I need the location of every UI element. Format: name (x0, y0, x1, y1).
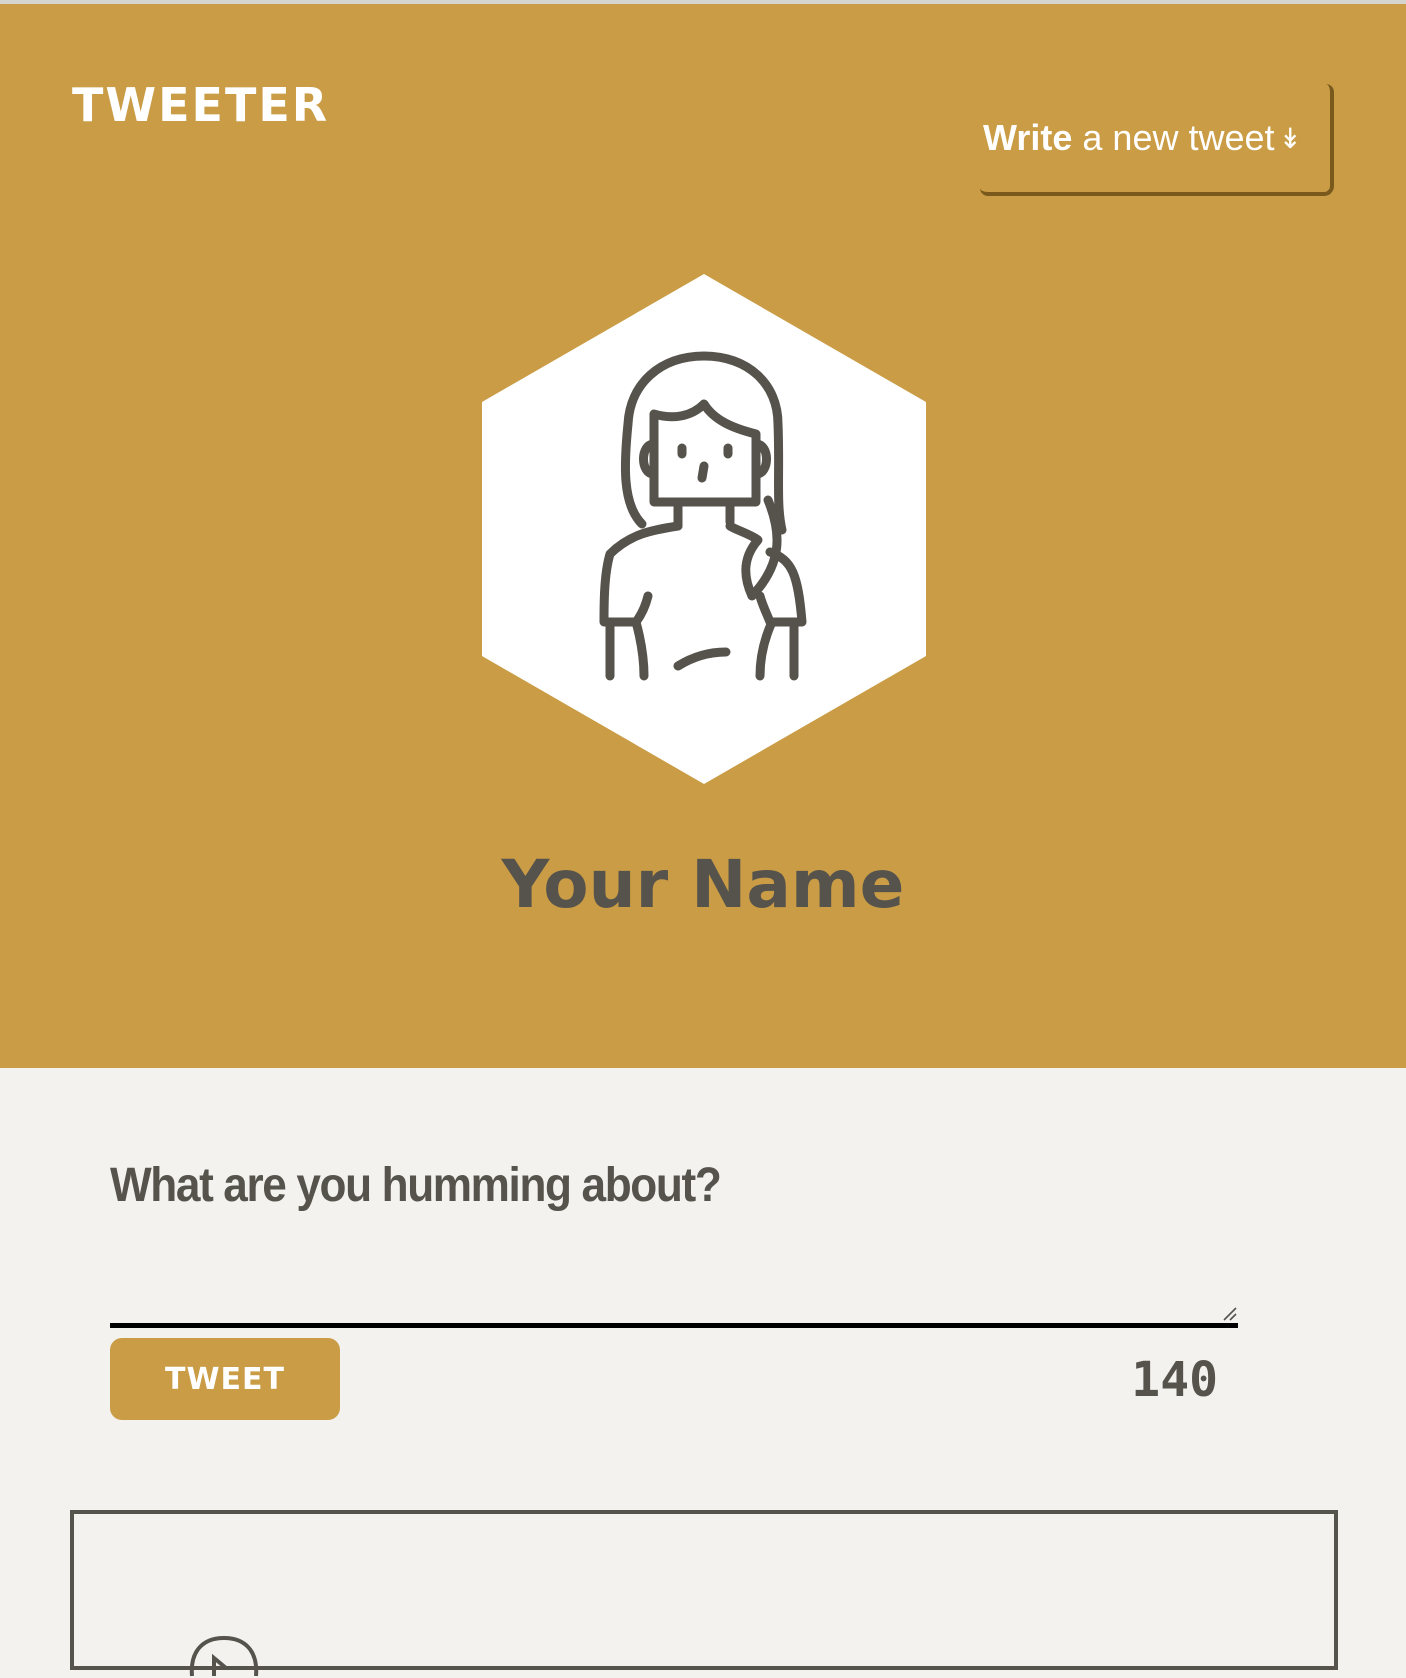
arrow-down-icon: ↡ (1278, 122, 1302, 154)
tweet-button[interactable]: TWEET (110, 1338, 340, 1420)
profile-name: Your Name (501, 846, 905, 923)
brand-logo[interactable]: TWEETER (72, 78, 329, 132)
tweet-card (70, 1510, 1338, 1677)
character-counter: 140 (1131, 1352, 1218, 1408)
write-button-bold-text: Write (983, 117, 1073, 158)
avatar (482, 274, 926, 784)
write-button-text: a new tweet (1082, 117, 1275, 158)
speech-bubble-icon (189, 1635, 259, 1677)
write-new-tweet-button[interactable]: Write a new tweet ↡ (980, 84, 1334, 196)
tweet-textarea[interactable] (110, 1230, 1238, 1328)
composer-prompt: What are you humming about? (110, 1159, 722, 1212)
profile-header: TWEETER Write a new tweet ↡ Your Name (0, 4, 1406, 1068)
resize-grip-icon[interactable] (1222, 1306, 1238, 1322)
woman-avatar-icon (482, 274, 926, 784)
